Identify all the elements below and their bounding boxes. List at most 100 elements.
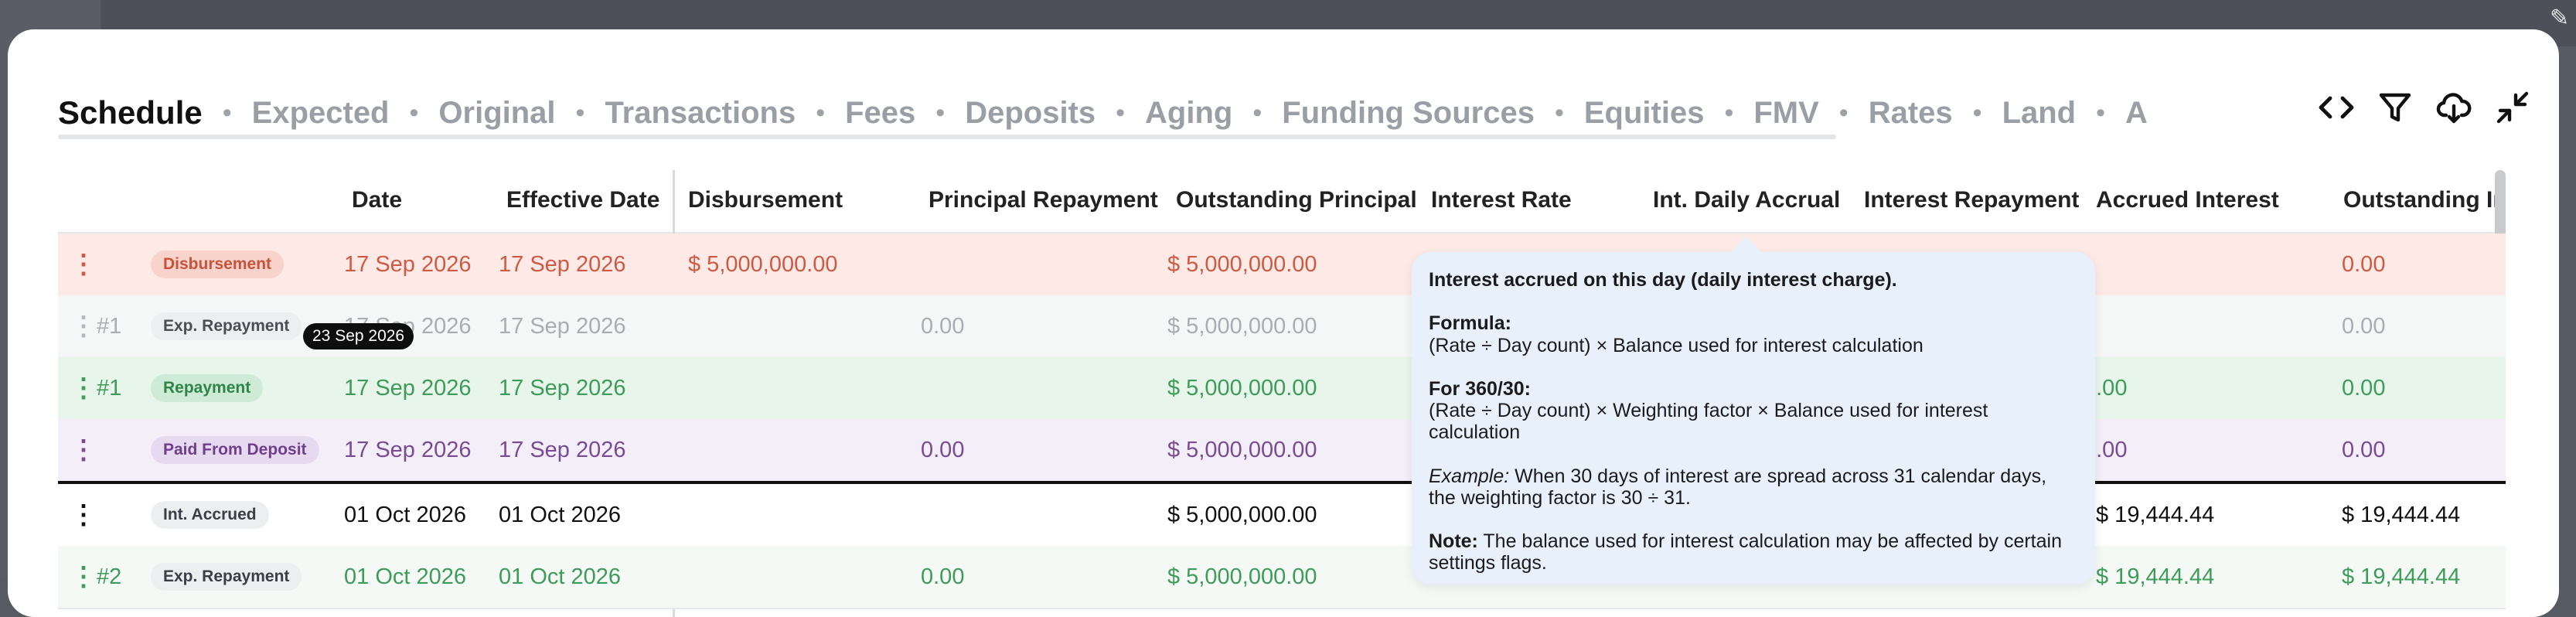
cell-outstanding-interest: 0.00 [2342,376,2386,401]
tooltip-title: Interest accrued on this day (daily inte… [1429,269,1897,291]
tooltip-example: Example: When 30 days of interest are sp… [1429,465,2047,509]
cell-effective-date: 01 Oct 2026 [499,564,621,589]
tab-funding-sources[interactable]: Funding Sources [1282,96,1535,131]
tab-separator: • [575,97,585,128]
tab-aging[interactable]: Aging [1145,96,1232,131]
row-menu-icon[interactable]: ⋮ [70,249,97,280]
cell-date: 17 Sep 2026 [344,376,472,401]
col-disbursement[interactable]: Disbursement [688,187,843,213]
filter-icon[interactable] [2374,87,2416,128]
tab-separator: • [2096,97,2106,128]
col-principal-repayment[interactable]: Principal Repayment [929,187,1158,213]
tooltip-360-30: For 360/30: (Rate ÷ Day count) × Weightin… [1429,377,1988,444]
tab-separator: • [816,97,826,128]
col-accrued-interest[interactable]: Accrued Interest [2096,187,2279,213]
tab-transactions[interactable]: Transactions [605,96,796,131]
tab-scroll-track[interactable] [58,135,1836,139]
table-header: Date Effective Date Disbursement Princip… [58,170,2507,234]
code-icon[interactable] [2315,87,2357,128]
tab-truncated[interactable]: A [2125,96,2148,131]
cell-date: 17 Sep 2026 [344,438,472,462]
tab-fees[interactable]: Fees [845,96,915,131]
row-number: #1 [97,376,122,401]
cell-principal-repayment: 0.00 [921,314,965,339]
type-badge: Repayment [151,374,264,402]
type-badge: Int. Accrued [151,501,269,529]
tab-separator: • [1972,97,1982,128]
col-effective-date[interactable]: Effective Date [506,187,659,213]
row-menu-icon[interactable]: ⋮ [70,435,97,465]
tab-separator: • [1838,97,1849,128]
row-menu-icon[interactable]: ⋮ [70,499,97,530]
cell-outstanding-interest: 0.00 [2342,252,2386,277]
row-number: #2 [97,564,122,589]
cell-date: 01 Oct 2026 [344,503,466,527]
type-badge: Exp. Repayment [151,563,302,591]
type-badge: Paid From Deposit [151,436,319,464]
cloud-download-icon[interactable] [2433,87,2475,128]
tab-separator: • [1724,97,1734,128]
cell-outstanding-principal: $ 5,000,000.00 [1167,314,1317,339]
col-outstanding-interest[interactable]: Outstanding In [2343,187,2507,213]
row-menu-icon[interactable]: ⋮ [70,311,97,342]
table-row[interactable]: ⋮ #1 Exp. Repayment 17 Sep 2026 17 Sep 2… [58,295,2506,359]
col-interest-rate[interactable]: Interest Rate [1431,187,1572,213]
table-row[interactable]: ⋮ #1 Repayment 17 Sep 2026 17 Sep 2026 $… [58,357,2506,421]
toolbar [2315,87,2533,128]
tab-expected[interactable]: Expected [252,96,390,131]
table-row[interactable]: ⋮ Paid From Deposit 17 Sep 2026 17 Sep 2… [58,419,2506,481]
table-row[interactable]: ⋮ #2 Exp. Repayment 01 Oct 2026 01 Oct 2… [58,546,2506,609]
cell-outstanding-principal: $ 5,000,000.00 [1167,252,1317,277]
cell-outstanding-principal: $ 5,000,000.00 [1167,503,1317,527]
tab-schedule[interactable]: Schedule [58,94,203,131]
tab-original[interactable]: Original [438,96,555,131]
table-row[interactable]: ⋮ Int. Accrued 01 Oct 2026 01 Oct 2026 $… [58,484,2506,547]
tab-separator: • [222,97,232,128]
today-marker: 23 Sep 2026 [303,323,414,349]
type-badge: Disbursement [151,251,285,278]
cell-outstanding-principal: $ 5,000,000.00 [1167,376,1317,401]
tooltip-formula: Formula: (Rate ÷ Day count) × Balance use… [1429,312,1923,356]
row-number: #1 [97,314,122,339]
cell-outstanding-interest: $ 19,444.44 [2342,564,2461,589]
schedule-modal: Schedule • Expected • Original • Transac… [8,29,2559,617]
table-row[interactable]: ⋮ Disbursement 17 Sep 2026 17 Sep 2026 $… [58,234,2506,297]
cell-effective-date: 17 Sep 2026 [499,438,626,462]
tab-separator: • [1116,97,1126,128]
tab-rates[interactable]: Rates [1869,96,1953,131]
cell-outstanding-principal: $ 5,000,000.00 [1167,564,1317,589]
tab-deposits[interactable]: Deposits [965,96,1095,131]
cell-principal-repayment: 0.00 [921,438,965,462]
col-outstanding-principal[interactable]: Outstanding Principal [1176,187,1417,213]
type-badge: Exp. Repayment [151,312,302,340]
edit-icon[interactable]: ✎ [2550,5,2576,31]
cell-date: 17 Sep 2026 [344,252,472,277]
cell-disbursement: $ 5,000,000.00 [688,252,838,277]
cell-principal-repayment: 0.00 [921,564,965,589]
col-interest-repayment[interactable]: Interest Repayment [1864,187,2079,213]
tab-equities[interactable]: Equities [1584,96,1705,131]
column-info-tooltip: Interest accrued on this day (daily inte… [1412,237,2095,585]
cell-outstanding-interest: 0.00 [2342,314,2386,339]
col-int-daily-accrual[interactable]: Int. Daily Accrual [1653,187,1840,213]
collapse-icon[interactable] [2492,87,2533,128]
cell-outstanding-interest: 0.00 [2342,438,2386,462]
tab-land[interactable]: Land [2002,96,2077,131]
row-menu-icon[interactable]: ⋮ [70,373,97,404]
tab-separator: • [1554,97,1564,128]
cell-accrued-interest: $ 19,444.44 [2096,503,2215,527]
cell-outstanding-principal: $ 5,000,000.00 [1167,438,1317,462]
tab-fmv[interactable]: FMV [1753,96,1818,131]
tab-separator: • [1252,97,1262,128]
row-menu-icon[interactable]: ⋮ [70,561,97,592]
cell-accrued-interest: $ 19,444.44 [2096,564,2215,589]
col-date[interactable]: Date [352,187,402,213]
cell-effective-date: 17 Sep 2026 [499,252,626,277]
tab-bar: Schedule • Expected • Original • Transac… [58,84,2148,142]
tooltip-note: Note: The balance used for interest calc… [1429,530,2062,574]
cell-effective-date: 01 Oct 2026 [499,503,621,527]
tab-separator: • [935,97,946,128]
cell-effective-date: 17 Sep 2026 [499,376,626,401]
cell-outstanding-interest: $ 19,444.44 [2342,503,2461,527]
tab-separator: • [409,97,419,128]
